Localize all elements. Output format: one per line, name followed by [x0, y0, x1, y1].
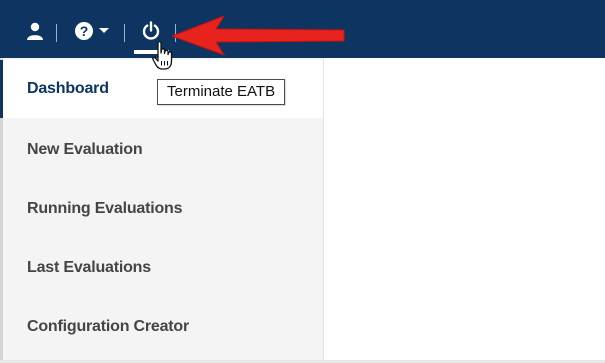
sidebar-item-label: New Evaluation	[27, 141, 143, 158]
sidebar-item-label: Dashboard	[27, 80, 109, 97]
sidebar-item-label: Last Evaluations	[27, 259, 151, 276]
power-icon[interactable]	[141, 21, 161, 41]
svg-text:?: ?	[80, 23, 89, 39]
tooltip: Terminate EATB	[157, 79, 286, 105]
help-icon[interactable]: ?	[74, 21, 94, 41]
sidebar-item-running-evaluations[interactable]: Running Evaluations	[0, 180, 323, 238]
sidebar-item-new-evaluation[interactable]: New Evaluation	[0, 121, 323, 179]
chevron-down-icon[interactable]	[97, 23, 111, 37]
annotation-arrow	[172, 15, 345, 56]
navbar-separator	[56, 24, 57, 42]
sidebar-item-label: Running Evaluations	[27, 200, 183, 217]
tooltip-text: Terminate EATB	[167, 83, 276, 100]
user-icon[interactable]	[25, 21, 45, 41]
sidebar-item-last-evaluations[interactable]: Last Evaluations	[0, 239, 323, 297]
navbar-separator	[124, 24, 125, 42]
sidebar-item-label: Configuration Creator	[27, 318, 190, 335]
hand-cursor-icon	[152, 41, 173, 70]
sidebar-item-configuration-creator[interactable]: Configuration Creator	[0, 298, 323, 356]
